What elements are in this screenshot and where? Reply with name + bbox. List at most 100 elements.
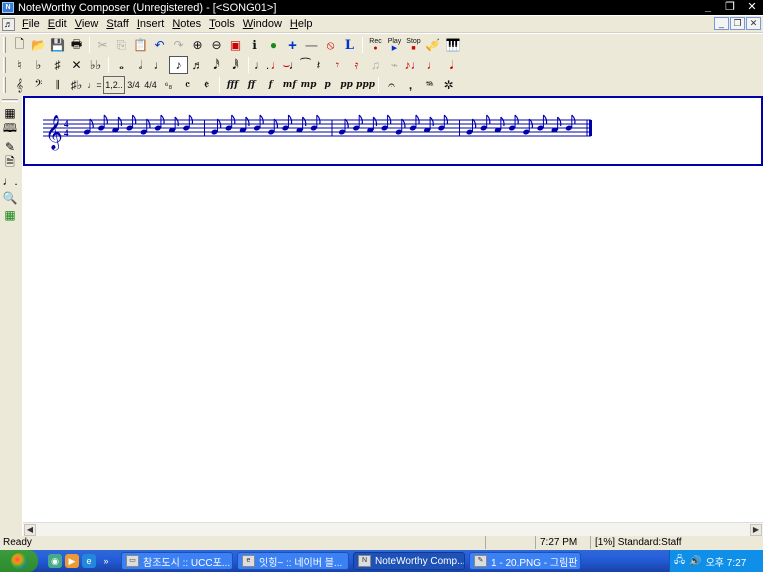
time-sig-68-icon[interactable]: ⁶₈ (159, 76, 178, 94)
keyboard-icon[interactable]: 🎹 (442, 36, 464, 54)
start-button[interactable] (0, 550, 38, 572)
slur-icon[interactable]: ♩⌣ (271, 56, 291, 74)
tile-windows-icon[interactable]: ▦ (0, 206, 20, 223)
stem-up-icon[interactable]: ♩ (423, 56, 442, 74)
quarter-note-icon[interactable]: ♩ (150, 56, 169, 74)
lyrics-button[interactable]: L (340, 36, 359, 54)
tuplet-button[interactable]: 1,2.. (103, 76, 125, 94)
find-icon[interactable]: 🔍 (0, 189, 20, 206)
note-color-icon[interactable]: ♩. (0, 172, 20, 189)
zoom-out-icon[interactable]: ⊖ (207, 36, 226, 54)
mdi-minimize-button[interactable]: _ (714, 17, 729, 30)
scroll-left-icon[interactable]: ◀ (24, 524, 36, 536)
sharp-icon[interactable]: ♯ (48, 56, 67, 74)
dynamic-p-button[interactable]: p (318, 76, 337, 94)
menu-edit[interactable]: Edit (44, 17, 71, 32)
sixty-fourth-note-icon[interactable]: 𝅘𝅥𝅱 (226, 56, 245, 74)
grace-note-icon[interactable]: ⌁ (385, 56, 404, 74)
undo-icon[interactable]: ↶ (150, 36, 169, 54)
dynamic-ff-button[interactable]: ff (242, 76, 261, 94)
mdi-close-button[interactable]: ✕ (746, 17, 761, 30)
time-sig-34-button[interactable]: 3/4 (125, 76, 142, 94)
horizontal-scrollbar[interactable]: ◀ ▶ (23, 522, 763, 536)
menu-notes[interactable]: Notes (168, 17, 205, 32)
menu-file[interactable]: File (18, 17, 44, 32)
menu-window[interactable]: Window (239, 17, 286, 32)
quick-launch-overflow[interactable]: » (99, 554, 113, 568)
task-naver-blog[interactable]: e 잇힝~ :: 네이버 블... (237, 552, 349, 570)
print-icon[interactable]: 🖶 (67, 36, 86, 54)
staff-panel[interactable]: 𝄞 4 4 (23, 96, 763, 166)
dynamic-fff-button[interactable]: fff (223, 76, 242, 94)
close-button[interactable]: ✕ (741, 0, 763, 15)
double-sharp-icon[interactable]: ✕ (67, 56, 86, 74)
menu-insert[interactable]: Insert (133, 17, 169, 32)
rest-icon[interactable]: ♩= (86, 76, 103, 94)
copy-icon[interactable]: ⎘ (112, 36, 131, 54)
cut-time-icon[interactable]: 𝄵 (197, 76, 216, 94)
add-staff-icon[interactable]: + (283, 36, 302, 54)
task-noteworthy[interactable]: N NoteWorthy Comp... (353, 552, 465, 570)
whole-note-icon[interactable]: 𝅝 (112, 56, 131, 74)
info-icon[interactable]: ℹ (245, 36, 264, 54)
score-editor[interactable]: 𝄞 4 4 (23, 96, 763, 522)
menu-tools[interactable]: Tools (205, 17, 239, 32)
triplet-icon[interactable]: ♪♩ (404, 56, 423, 74)
flat-icon[interactable]: ♭ (29, 56, 48, 74)
volume-icon[interactable]: 🔊 (689, 556, 701, 567)
menu-staff[interactable]: Staff (102, 17, 132, 32)
play-button[interactable]: Play ▶ (385, 36, 404, 54)
page-setup-icon[interactable]: ▣ (226, 36, 245, 54)
half-note-icon[interactable]: 𝅗𝅥 (131, 56, 150, 74)
dynamic-pp-button[interactable]: pp (337, 76, 356, 94)
menu-view[interactable]: View (71, 17, 103, 32)
eighth-note-icon[interactable]: ♪ (169, 56, 188, 74)
minimize-button[interactable]: _ (697, 0, 719, 15)
toolbar-grip[interactable] (3, 37, 6, 53)
tie-icon[interactable]: ♩⁀ (289, 56, 311, 74)
dynamic-ppp-button[interactable]: ppp (356, 76, 375, 94)
dynamic-f-button[interactable]: f (261, 76, 280, 94)
dynamic-mp-button[interactable]: mp (299, 76, 318, 94)
treble-clef-icon[interactable]: 𝄞 (10, 76, 29, 94)
paste-icon[interactable]: 📋 (131, 36, 150, 54)
beam-icon[interactable]: ♫ (366, 56, 385, 74)
stop-button[interactable]: Stop ■ (404, 36, 423, 54)
toolbar-grip[interactable] (3, 57, 6, 73)
toolbar-grip[interactable] (3, 77, 6, 93)
document-menu-icon[interactable]: ♬ (2, 17, 15, 31)
redo-icon[interactable]: ↷ (169, 36, 188, 54)
quick-launch-app-icon[interactable]: ◉ (48, 554, 62, 568)
tenuto-icon[interactable]: 𝄿 (347, 56, 366, 74)
thirty-second-note-icon[interactable]: 𝅘𝅥𝅰 (207, 56, 226, 74)
staccato-icon[interactable]: 𝄽 (309, 56, 328, 74)
media-player-icon[interactable]: ▶ (65, 554, 79, 568)
zoom-in-icon[interactable]: ⊕ (188, 36, 207, 54)
new-file-icon[interactable]: 🗋 (10, 36, 29, 54)
dotted-note-icon[interactable]: ♩. (252, 56, 271, 74)
breath-mark-icon[interactable]: , (401, 76, 420, 94)
instrument-icon[interactable]: 🎺 (423, 36, 442, 54)
key-signature-icon[interactable]: ♯♭ (67, 76, 86, 94)
mdi-restore-button[interactable]: ❐ (730, 17, 745, 30)
barline-icon[interactable]: 𝄂 (48, 76, 67, 94)
mute-icon[interactable]: ⦸ (321, 36, 340, 54)
accent-icon[interactable]: 𝄾 (328, 56, 347, 74)
pedal-release-icon[interactable]: ✲ (439, 76, 458, 94)
record-button[interactable]: Rec ● (366, 36, 385, 54)
book-icon[interactable]: 🕮 (0, 121, 20, 138)
double-flat-icon[interactable]: ♭♭ (86, 56, 105, 74)
sixteenth-note-icon[interactable]: ♬ (188, 56, 207, 74)
network-icon[interactable]: 🖧 (674, 553, 685, 570)
restore-button[interactable]: ❐ (719, 0, 741, 15)
common-time-icon[interactable]: 𝄴 (178, 76, 197, 94)
stem-down-icon[interactable]: 𝅘𝅥 (442, 56, 461, 74)
time-sig-44-button[interactable]: 4/4 (142, 76, 159, 94)
internet-explorer-icon[interactable]: e (82, 554, 96, 568)
natural-icon[interactable]: ♮ (10, 56, 29, 74)
dynamic-mf-button[interactable]: mf (280, 76, 299, 94)
save-icon[interactable]: 💾 (48, 36, 67, 54)
delete-staff-icon[interactable]: — (302, 36, 321, 54)
globe-icon[interactable]: ● (264, 36, 283, 54)
task-paint[interactable]: ✎ 1 - 20.PNG - 그림판 (469, 552, 581, 570)
